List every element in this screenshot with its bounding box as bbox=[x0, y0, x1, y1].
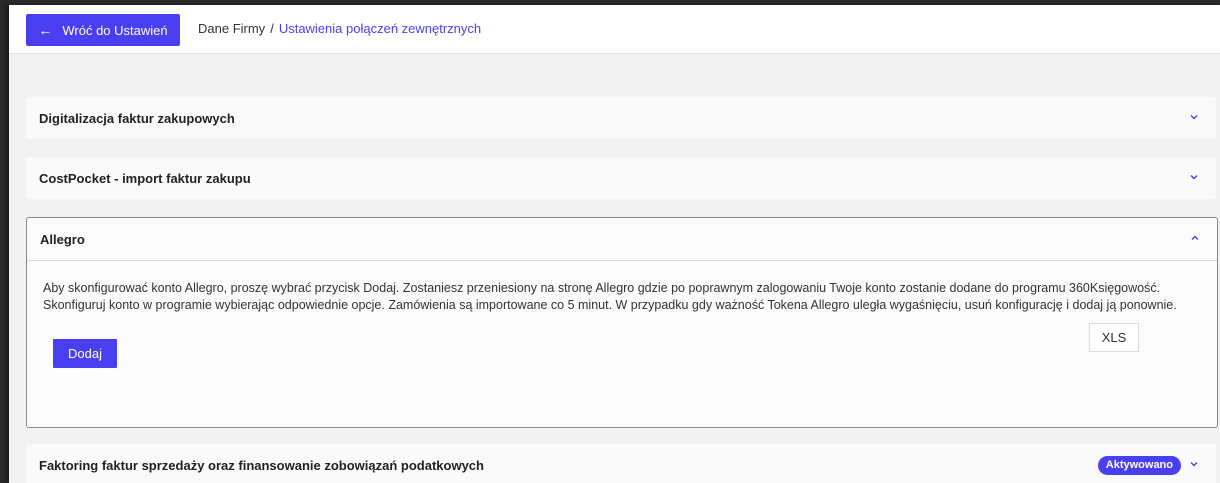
panel-title: Digitalizacja faktur zakupowych bbox=[39, 110, 235, 126]
breadcrumb: Dane Firmy / Ustawienia połączeń zewnętrzn… bbox=[198, 21, 481, 36]
chevron-down-icon[interactable] bbox=[1188, 171, 1200, 183]
back-to-settings-button[interactable]: ← Wróć do Ustawień bbox=[26, 14, 180, 46]
allegro-description-line2: Skonfiguruj konto w programie wybierając… bbox=[43, 298, 1177, 312]
panel-title: CostPocket - import faktur zakupu bbox=[39, 170, 251, 186]
panel-allegro: Allegro Aby skonfigurować konto Allegro,… bbox=[26, 217, 1218, 428]
xls-button[interactable]: XLS bbox=[1089, 323, 1139, 352]
panel-costpocket: CostPocket - import faktur zakupu bbox=[26, 157, 1216, 199]
panel-header-faktoring[interactable]: Faktoring faktur sprzedaży oraz finansow… bbox=[26, 444, 1216, 483]
arrow-left-icon: ← bbox=[38, 22, 53, 38]
back-button-label: Wróć do Ustawień bbox=[62, 22, 168, 38]
chevron-up-icon[interactable] bbox=[1189, 232, 1201, 244]
add-allegro-account-button[interactable]: Dodaj bbox=[53, 339, 117, 368]
panel-title: Allegro bbox=[40, 231, 85, 247]
panel-faktoring: Faktoring faktur sprzedaży oraz finansow… bbox=[26, 444, 1216, 483]
breadcrumb-current[interactable]: Ustawienia połączeń zewnętrznych bbox=[279, 21, 481, 36]
app-window: ← Wróć do Ustawień Dane Firmy / Ustawienia… bbox=[9, 5, 1220, 483]
panel-digitalizacja: Digitalizacja faktur zakupowych bbox=[26, 97, 1216, 139]
breadcrumb-root[interactable]: Dane Firmy bbox=[198, 21, 265, 36]
chevron-down-icon[interactable] bbox=[1188, 458, 1200, 470]
panel-header-costpocket[interactable]: CostPocket - import faktur zakupu bbox=[26, 157, 1216, 199]
chevron-down-icon[interactable] bbox=[1188, 111, 1200, 123]
panel-header-allegro[interactable]: Allegro bbox=[27, 218, 1217, 261]
panel-title: Faktoring faktur sprzedaży oraz finansow… bbox=[39, 457, 484, 473]
breadcrumb-separator: / bbox=[270, 21, 274, 36]
top-bar: ← Wróć do Ustawień Dane Firmy / Ustawienia… bbox=[9, 5, 1220, 54]
allegro-description-line1: Aby skonfigurować konto Allegro, proszę … bbox=[43, 281, 1161, 295]
allegro-description: Aby skonfigurować konto Allegro, proszę … bbox=[43, 280, 1193, 314]
panel-header-digitalizacja[interactable]: Digitalizacja faktur zakupowych bbox=[26, 97, 1216, 139]
status-badge: Aktywowano bbox=[1097, 456, 1181, 475]
